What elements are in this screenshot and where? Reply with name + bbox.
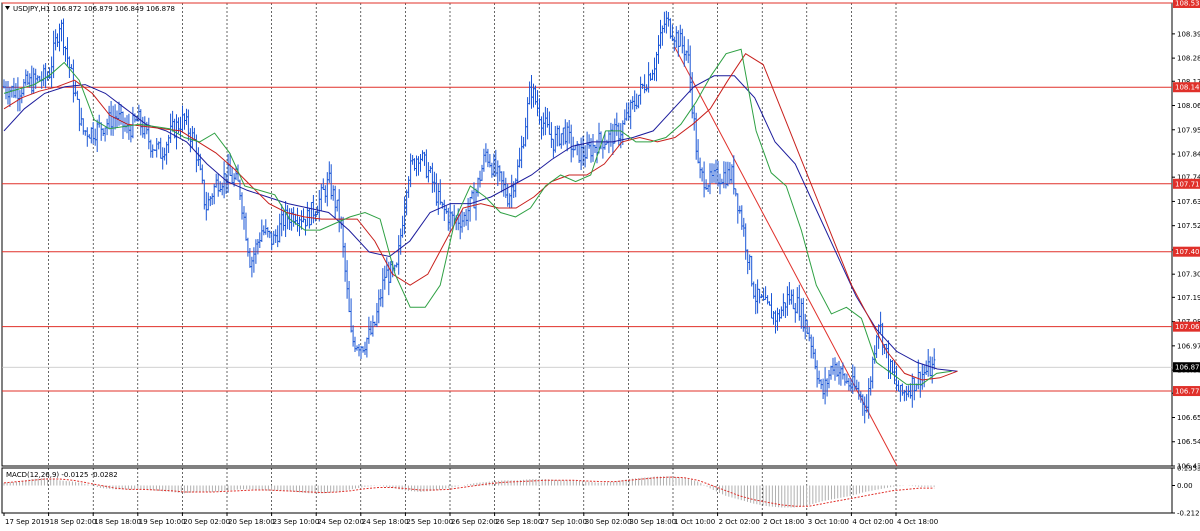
x-tick-label: 20 Sep 02:00 [183,518,230,526]
x-tick-label: 30 Sep 18:00 [629,518,676,526]
level-tag-label: 107.062 [1175,323,1200,331]
macd-y-tick-label: 0.00 [1177,482,1193,490]
x-tick-label: 17 Sep 2019 [5,518,49,526]
x-tick-label: 30 Sep 02:00 [585,518,632,526]
x-tick-label: 18 Sep 18:00 [94,518,141,526]
x-tick-label: 20 Sep 18:00 [228,518,275,526]
x-tick-label: 1 Oct 10:00 [674,518,715,526]
x-tick-label: 27 Sep 10:00 [540,518,587,526]
x-tick-label: 23 Sep 10:00 [273,518,320,526]
y-tick-label: 107.630 [1177,198,1200,206]
x-tick-label: 26 Sep 02:00 [451,518,498,526]
current-price-label: 106.878 [1175,364,1200,372]
y-tick-label: 107.845 [1177,151,1200,159]
macd-y-tick-label: -0.2124 [1177,510,1200,518]
macd-y-tick-label: 0.1353 [1177,465,1200,473]
x-tick-label: 2 Oct 02:00 [719,518,760,526]
y-tick-label: 107.300 [1177,271,1200,279]
level-tag-label: 107.402 [1175,248,1200,256]
macd-header: MACD(12,26,9) -0.0125 -0.0282 [6,471,118,479]
level-tag-label: 108.530 [1175,0,1200,8]
x-tick-label: 2 Oct 18:00 [763,518,804,526]
y-tick-label: 107.520 [1177,222,1200,230]
y-tick-label: 108.280 [1177,55,1200,63]
y-tick-label: 107.195 [1177,294,1200,302]
x-tick-label: 24 Sep 18:00 [362,518,409,526]
y-tick-label: 108.390 [1177,30,1200,38]
x-tick-label: 24 Sep 02:00 [317,518,364,526]
x-tick-label: 25 Sep 10:00 [406,518,453,526]
level-tag-label: 107.710 [1175,180,1200,188]
y-tick-label: 106.975 [1177,342,1200,350]
symbol-header: USDJPY,H1 106.872 106.879 106.849 106.87… [13,5,175,13]
x-tick-label: 4 Oct 18:00 [897,518,938,526]
y-tick-label: 106.540 [1177,438,1200,446]
price-chart[interactable]: 108.390108.280108.175108.065107.955107.8… [0,0,1200,531]
x-tick-label: 18 Sep 02:00 [50,518,97,526]
chart-background [0,0,1200,531]
y-tick-label: 108.065 [1177,102,1200,110]
level-tag-label: 108.148 [1175,84,1200,92]
x-tick-label: 4 Oct 02:00 [852,518,893,526]
y-tick-label: 107.955 [1177,126,1200,134]
x-tick-label: 19 Sep 10:00 [139,518,186,526]
level-tag-label: 106.770 [1175,388,1200,396]
x-tick-label: 26 Sep 18:00 [496,518,543,526]
x-tick-label: 3 Oct 10:00 [808,518,849,526]
y-tick-label: 106.650 [1177,414,1200,422]
